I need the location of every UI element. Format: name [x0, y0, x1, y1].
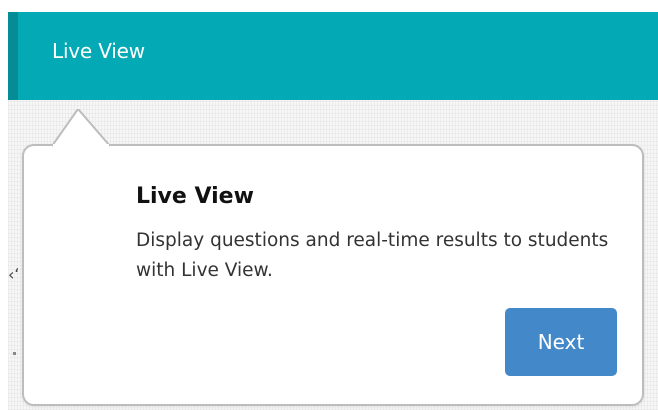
popover-description: Display questions and real-time results … — [136, 230, 609, 281]
background-dot — [13, 352, 16, 355]
tour-popover: Live View Display questions and real-tim… — [22, 144, 644, 406]
page-title: Live View — [52, 39, 145, 63]
top-app-bar: Live View — [8, 12, 658, 100]
next-button[interactable]: Next — [505, 308, 617, 376]
popover-title: Live View — [136, 184, 254, 209]
partial-background-text: ‹ʻ — [8, 265, 20, 284]
screen: Live View ‹ʻ Live View Display questions… — [0, 0, 658, 410]
top-bar-edge — [8, 12, 18, 100]
